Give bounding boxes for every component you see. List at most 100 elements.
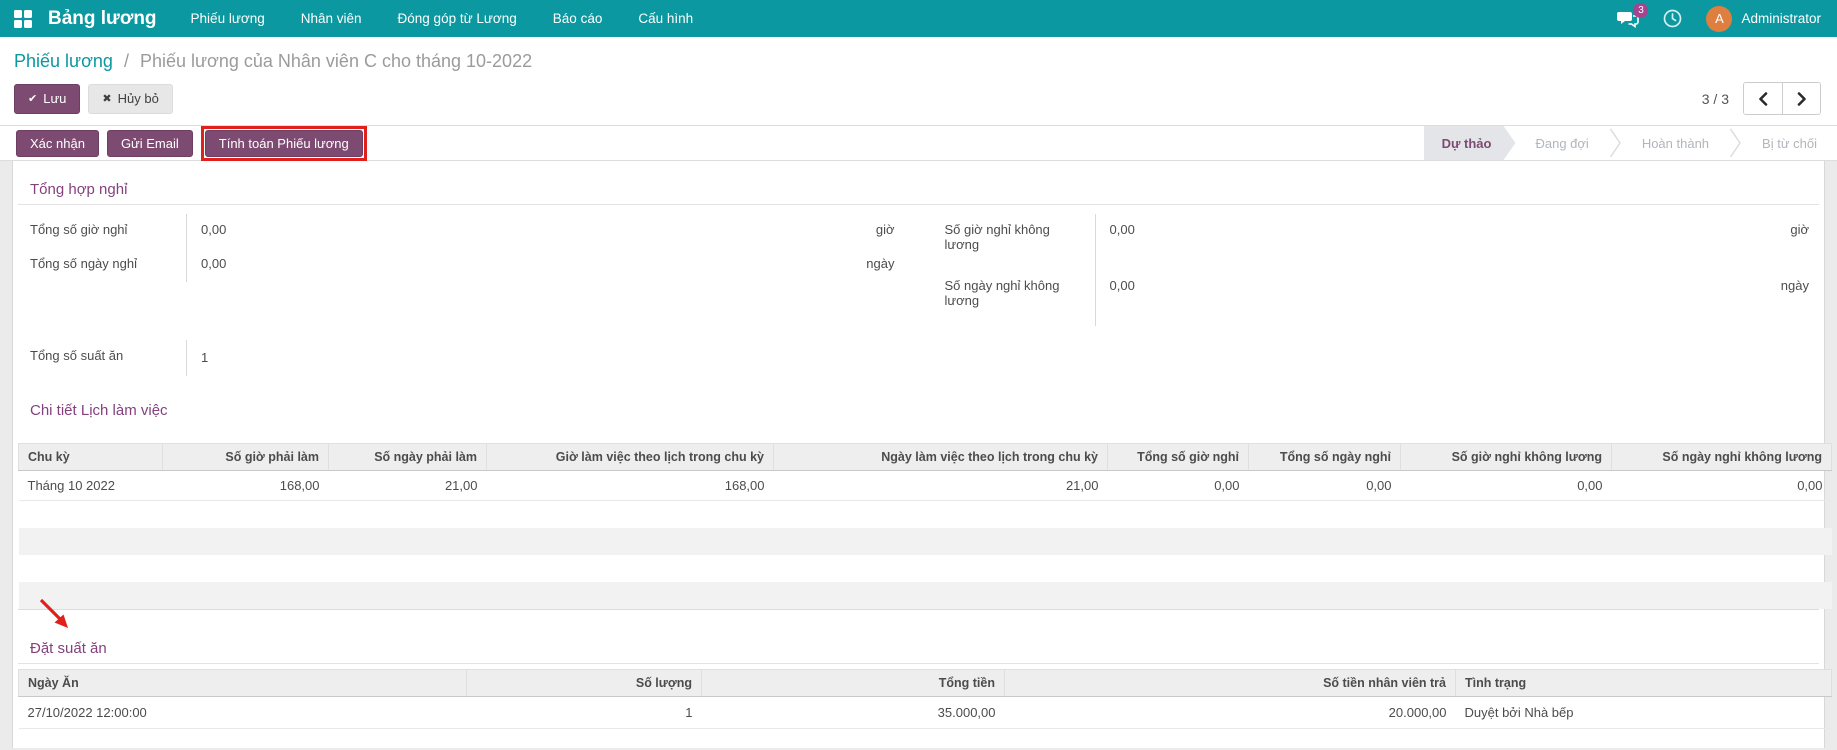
column-header[interactable]: Ngày làm việc theo lịch trong chu kỳ [774,444,1108,471]
breadcrumb-current: Phiếu lương của Nhân viên C cho tháng 10… [140,51,532,71]
field-unpaid-leave-days: Số ngày nghỉ không lương 0,00 ngày [933,270,1818,326]
payslip-form-page: Bảng lương Phiếu lương Nhân viên Đóng gó… [0,0,1837,750]
activities-clock-icon[interactable] [1663,9,1682,28]
cell: 21,00 [329,471,487,501]
field-value[interactable]: 0,00 [1110,222,1135,270]
empty-row [19,528,1832,555]
apps-grid-square [14,20,22,28]
field-column-left: Tổng số giờ nghỉ 0,00 giờ Tổng số ngày n… [18,214,903,326]
cell: 168,00 [487,471,774,501]
section-title-meal-orders: Đặt suất ăn [18,640,1819,664]
apps-grid-icon[interactable] [14,10,32,28]
record-pager: 3 / 3 [1702,82,1821,115]
meal-orders-table: Ngày Ăn Số lượng Tổng tiền Số tiền nhân … [18,669,1832,750]
empty-row [19,728,1832,750]
pager-previous-button[interactable] [1744,83,1782,114]
pager-count: 3 / 3 [1702,91,1729,107]
status-step-bi-tu-choi[interactable]: Bị từ chối [1742,126,1837,160]
empty-row [19,501,1832,528]
table-row[interactable]: 27/10/2022 12:00:00 1 35.000,00 20.000,0… [19,696,1832,728]
column-header[interactable]: Số tiền nhân viên trả [1005,669,1456,696]
cell: 0,00 [1401,471,1612,501]
menu-item-phieu-luong[interactable]: Phiếu lương [191,11,265,26]
status-step-du-thao[interactable]: Dự thảo [1424,126,1516,160]
breadcrumb-parent-link[interactable]: Phiếu lương [14,51,113,71]
column-header[interactable]: Chu kỳ [19,444,163,471]
field-label: Tổng số ngày nghỉ [18,248,186,282]
cell: 0,00 [1249,471,1401,501]
field-total-leave-hours: Tổng số giờ nghỉ 0,00 giờ [18,214,903,248]
column-header[interactable]: Số giờ nghỉ không lương [1401,444,1612,471]
column-header[interactable]: Số ngày nghỉ không lương [1612,444,1832,471]
menu-item-nhan-vien[interactable]: Nhân viên [301,11,362,26]
message-count-badge: 3 [1633,3,1648,18]
field-label: Số giờ nghỉ không lương [933,214,1095,270]
field-label: Tổng số suất ăn [18,340,186,376]
status-step-hoan-thanh[interactable]: Hoàn thành [1622,126,1729,160]
control-panel: Phiếu lương / Phiếu lương của Nhân viên … [0,37,1837,161]
column-header[interactable]: Số giờ phải làm [163,444,329,471]
red-highlight-box: Tính toán Phiếu lương [201,126,367,161]
cell-meal-date: 27/10/2022 12:00:00 [19,696,467,728]
apps-grid-square [24,20,32,28]
field-value[interactable]: 0,00 [201,222,226,248]
discard-button-label: Hủy bỏ [118,91,159,106]
send-email-button[interactable]: Gửi Email [107,130,193,157]
field-value[interactable]: 1 [201,350,208,376]
chevron-right-icon [1797,92,1807,106]
column-header[interactable]: Tổng tiền [702,669,1005,696]
menu-item-cau-hinh[interactable]: Cấu hình [638,11,693,26]
save-button[interactable]: ✔ Lưu [14,84,80,114]
field-column-right: Số giờ nghỉ không lương 0,00 giờ Số ngày… [933,214,1818,326]
field-label: Tổng số giờ nghỉ [18,214,186,248]
column-header[interactable]: Số lượng [467,669,702,696]
work-schedule-table: Chu kỳ Số giờ phải làm Số ngày phải làm … [18,443,1832,609]
check-icon: ✔ [28,92,37,105]
app-brand-title[interactable]: Bảng lương [48,8,157,30]
column-header[interactable]: Tổng số giờ nghỉ [1108,444,1249,471]
form-buttons-row: ✔ Lưu ✖ Hủy bỏ 3 / 3 [0,76,1837,125]
status-steps: Dự thảo Đang đợi Hoàn thành Bị từ chối [1424,126,1837,160]
discard-button[interactable]: ✖ Hủy bỏ [88,84,172,114]
field-value[interactable]: 0,00 [201,256,226,282]
field-total-leave-days: Tổng số ngày nghỉ 0,00 ngày [18,248,903,282]
field-unit: ngày [866,256,894,282]
apps-grid-square [24,10,32,18]
compute-payslip-button[interactable]: Tính toán Phiếu lương [205,130,363,157]
table-header-row: Chu kỳ Số giờ phải làm Số ngày phải làm … [19,444,1832,471]
field-value[interactable]: 0,00 [1110,278,1135,326]
column-header[interactable]: Tổng số ngày nghỉ [1249,444,1401,471]
column-header[interactable]: Giờ làm việc theo lịch trong chu kỳ [487,444,774,471]
avatar: A [1706,6,1732,32]
save-button-label: Lưu [43,91,66,106]
field-unpaid-leave-hours: Số giờ nghỉ không lương 0,00 giờ [933,214,1818,270]
user-menu[interactable]: A Administrator [1706,6,1821,32]
username: Administrator [1741,11,1821,26]
cell-total-amount: 35.000,00 [702,696,1005,728]
field-total-meals: Tổng số suất ăn 1 [18,340,918,376]
column-header[interactable]: Số ngày phải làm [329,444,487,471]
leave-summary-fields: Tổng số giờ nghỉ 0,00 giờ Tổng số ngày n… [18,214,1819,326]
status-step-dang-doi[interactable]: Đang đợi [1515,126,1608,160]
chevron-left-icon [1758,92,1768,106]
cell: 21,00 [774,471,1108,501]
step-divider [1609,126,1622,160]
column-header[interactable]: Ngày Ăn [19,669,467,696]
messages-icon[interactable]: 3 [1617,10,1639,28]
table-header-row: Ngày Ăn Số lượng Tổng tiền Số tiền nhân … [19,669,1832,696]
form-statusbar: Xác nhận Gửi Email Tính toán Phiếu lương… [0,125,1837,161]
section-title-work-schedule: Chi tiết Lịch làm việc [18,402,1819,425]
pager-next-button[interactable] [1782,83,1820,114]
confirm-button[interactable]: Xác nhận [16,130,99,157]
table-row[interactable]: Tháng 10 2022 168,00 21,00 168,00 21,00 … [19,471,1832,501]
cell-employee-amount: 20.000,00 [1005,696,1456,728]
field-unit: giờ [876,222,895,248]
menu-item-dong-gop[interactable]: Đóng góp từ Lương [398,11,517,26]
field-label: Số ngày nghỉ không lương [933,270,1095,326]
work-schedule-table-wrap: Chu kỳ Số giờ phải làm Số ngày phải làm … [18,443,1819,610]
column-header[interactable]: Tình trạng [1456,669,1832,696]
breadcrumb-separator: / [124,51,129,71]
menu-item-bao-cao[interactable]: Báo cáo [553,11,603,26]
empty-row [19,582,1832,609]
cell-chu-ky: Tháng 10 2022 [19,471,163,501]
